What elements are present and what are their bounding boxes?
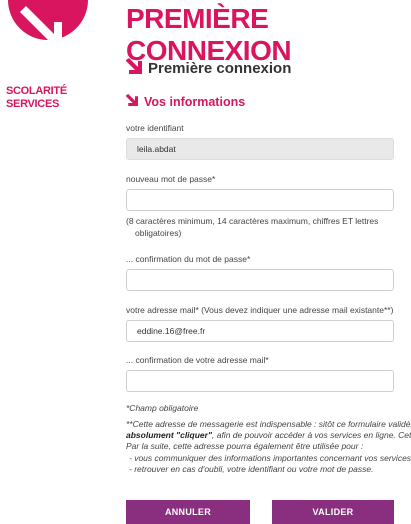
arrow-down-right-icon xyxy=(126,58,142,78)
password-confirm-label: ... confirmation du mot de passe* xyxy=(126,254,251,264)
password-confirm-input[interactable] xyxy=(126,269,394,291)
password-hint: (8 caractères minimum, 14 caractères max… xyxy=(126,215,406,239)
cancel-button[interactable]: ANNULER xyxy=(126,500,250,524)
section-title-text: Vos informations xyxy=(144,94,246,109)
notice-line-2-rest: , afin de pouvoir accéder à vos services… xyxy=(212,430,411,441)
email-confirm-input[interactable] xyxy=(126,370,394,392)
password-input[interactable] xyxy=(126,189,394,211)
section-title: Vos informations xyxy=(126,94,245,109)
required-field-note: *Champ obligatoire xyxy=(126,403,199,413)
notice-line-2: absolument "cliquer", afin de pouvoir ac… xyxy=(126,430,411,441)
email-notice: **Cette adresse de messagerie est indisp… xyxy=(126,419,411,475)
email-label: votre adresse mail* (Vous devez indiquer… xyxy=(126,305,394,315)
notice-line-3: Par la suite, cette adresse pourra égale… xyxy=(126,441,364,452)
identifiant-label: votre identifiant xyxy=(126,123,184,133)
page-subtitle-text: Première connexion xyxy=(148,59,292,77)
logo-line-2: Services xyxy=(6,94,60,111)
notice-line-2-bold: absolument "cliquer" xyxy=(126,430,212,441)
page-subtitle: Première connexion xyxy=(126,58,291,78)
email-input[interactable]: eddine.16@free.fr xyxy=(126,320,394,342)
password-label: nouveau mot de passe* xyxy=(126,174,216,184)
notice-line-5: - retrouver en cas d'oubli, votre identi… xyxy=(129,463,374,474)
notice-line-1: **Cette adresse de messagerie est indisp… xyxy=(126,419,411,429)
logo-text: Scolarité Services xyxy=(6,82,106,111)
arrow-down-right-icon xyxy=(126,94,138,109)
notice-line-4: - vous communiquer des informations impo… xyxy=(129,452,411,463)
identifiant-field: leila.abdat xyxy=(126,138,394,160)
password-hint-line-1: (8 caractères minimum, 14 caractères max… xyxy=(126,216,379,226)
password-hint-line-2: obligatoires) xyxy=(135,228,182,238)
validate-button[interactable]: VALIDER xyxy=(272,500,394,524)
email-confirm-label: ... confirmation de votre adresse mail* xyxy=(126,355,269,365)
